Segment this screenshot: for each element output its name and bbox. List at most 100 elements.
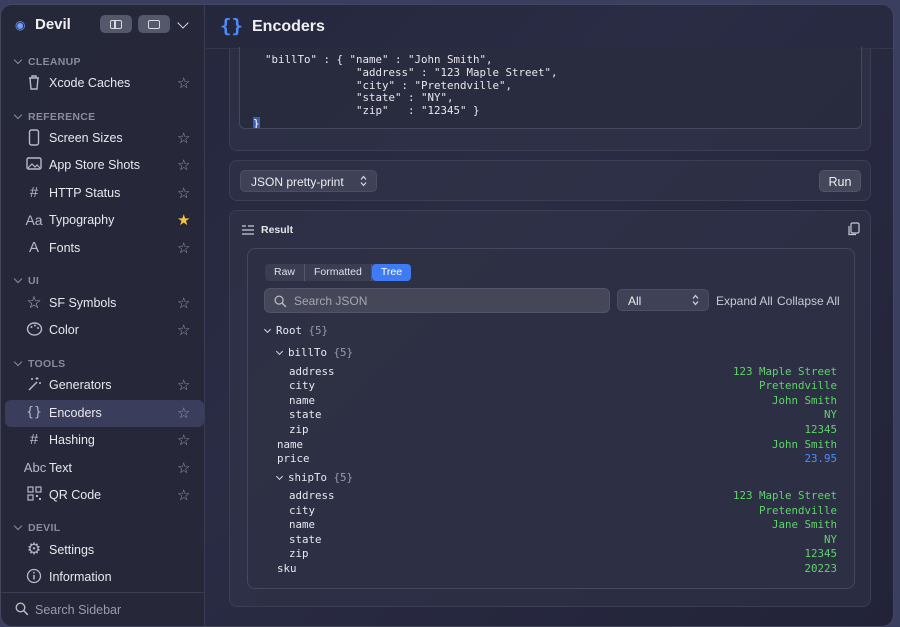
section-tools[interactable]: TOOLS	[13, 357, 66, 370]
chevron-down-icon	[13, 274, 23, 284]
star-filled-icon[interactable]: ★	[177, 211, 190, 229]
sidebar-item-label: Fonts	[49, 241, 81, 255]
sidebar-item-qr-code[interactable]: QR Code ☆	[5, 482, 204, 509]
trash-icon	[25, 74, 43, 92]
json-input-editor[interactable]: "billTo" : { "name" : "John Smith", "add…	[239, 47, 862, 129]
section-title: CLEANUP	[28, 56, 81, 68]
sidebar-item-typography[interactable]: Aa Typography ★	[5, 207, 204, 234]
section-reference[interactable]: REFERENCE	[13, 110, 95, 123]
code-line: "zip" : "12345" }	[265, 104, 480, 118]
sidebar-item-xcode-caches[interactable]: Xcode Caches ☆	[5, 70, 204, 97]
sidebar-item-label: QR Code	[49, 488, 102, 502]
sidebar-item-information[interactable]: Information	[5, 564, 204, 591]
sidebar-item-settings[interactable]: ⚙ Settings	[5, 537, 204, 564]
sidebar-item-label: Settings	[49, 543, 95, 557]
sidebar-item-sf-symbols[interactable]: ☆ SF Symbols ☆	[5, 290, 204, 317]
sidebar-item-encoders[interactable]: {} Encoders ☆	[5, 400, 204, 427]
tree-row[interactable]: state NY	[248, 408, 854, 422]
photo-icon	[25, 156, 43, 174]
section-ui[interactable]: UI	[13, 274, 39, 287]
magic-wand-icon	[25, 376, 43, 394]
tree-key: name	[289, 394, 316, 407]
main-content: {} Encoders "billTo" : { "name" : "John …	[206, 5, 893, 626]
tree-node-root[interactable]: Root {5}	[248, 324, 854, 338]
tree-node-billto[interactable]: billTo {5}	[248, 346, 854, 360]
tree-key: zip	[289, 423, 309, 436]
star-icon[interactable]: ☆	[177, 239, 190, 257]
sidebar-item-label: Generators	[49, 378, 112, 392]
window-layout-button[interactable]	[138, 15, 170, 33]
sidebar-item-text[interactable]: Abc Text ☆	[5, 455, 204, 482]
section-title: TOOLS	[28, 358, 66, 370]
star-icon[interactable]: ☆	[177, 486, 190, 504]
sidebar-item-generators[interactable]: Generators ☆	[5, 372, 204, 399]
sidebar-item-app-store-shots[interactable]: App Store Shots ☆	[5, 152, 204, 179]
palette-icon	[25, 321, 43, 339]
section-cleanup[interactable]: CLEANUP	[13, 55, 81, 68]
star-icon[interactable]: ☆	[177, 294, 190, 312]
chevron-down-icon	[13, 357, 23, 367]
search-icon	[15, 602, 29, 616]
sidebar-item-label: Color	[49, 323, 79, 337]
braces-icon: {}	[220, 15, 243, 37]
sidebar-item-hashing[interactable]: # Hashing ☆	[5, 427, 204, 454]
page-title: Encoders	[252, 18, 325, 35]
run-button[interactable]: Run	[819, 170, 861, 192]
tree-row[interactable]: address 123 Maple Street	[248, 365, 854, 379]
code-line: "billTo" : { "name" : "John Smith",	[265, 53, 493, 66]
code-line: "address" : "123 Maple Street",	[265, 65, 558, 79]
toggle-sidebar-button[interactable]	[100, 15, 132, 33]
star-icon[interactable]: ☆	[177, 404, 190, 422]
tree-row[interactable]: zip 12345	[248, 423, 854, 437]
letter-a-icon: A	[28, 239, 39, 256]
tree-row[interactable]: zip 12345	[248, 547, 854, 561]
tree-key: state	[289, 533, 322, 546]
tree-row[interactable]: city Pretendville	[248, 379, 854, 393]
sidebar-item-color[interactable]: Color ☆	[5, 317, 204, 344]
devil-logo-icon: ◉	[15, 18, 26, 32]
star-icon[interactable]: ☆	[177, 184, 190, 202]
star-icon[interactable]: ☆	[177, 156, 190, 174]
star-icon[interactable]: ☆	[177, 459, 190, 477]
sidebar-item-http-status[interactable]: # HTTP Status ☆	[5, 180, 204, 207]
section-devil[interactable]: DEVIL	[13, 521, 60, 534]
tree-row[interactable]: price 23.95	[248, 452, 854, 466]
mode-select[interactable]: JSON pretty-print	[240, 170, 377, 192]
tree-value: 20223	[804, 562, 837, 575]
tree-row[interactable]: address 123 Maple Street	[248, 489, 854, 503]
star-icon[interactable]: ☆	[177, 321, 190, 339]
qrcode-icon	[25, 486, 43, 504]
tree-value: Pretendville	[758, 379, 837, 392]
star-icon[interactable]: ☆	[177, 376, 190, 394]
braces-icon: {}	[26, 405, 42, 420]
sidebar-search-input[interactable]	[35, 601, 195, 619]
tree-row[interactable]: name John Smith	[248, 394, 854, 408]
sidebar-item-fonts[interactable]: A Fonts ☆	[5, 235, 204, 262]
sidebar-item-screen-sizes[interactable]: Screen Sizes ☆	[5, 125, 204, 152]
tree-row[interactable]: state NY	[248, 533, 854, 547]
tree-key: zip	[289, 547, 309, 560]
star-icon[interactable]: ☆	[177, 431, 190, 449]
star-icon[interactable]: ☆	[177, 129, 190, 147]
json-tree: Root {5} billTo {5} address 123 Maple Str…	[248, 249, 854, 588]
tree-node-shipto[interactable]: shipTo {5}	[248, 471, 854, 485]
controls-panel: JSON pretty-print Run	[229, 160, 871, 201]
text-aa-icon: Aa	[25, 212, 43, 228]
star-icon[interactable]: ☆	[177, 74, 190, 92]
gear-icon: ⚙	[26, 541, 42, 558]
tree-count: {5}	[333, 471, 354, 484]
sidebar-toggle-icon	[110, 19, 122, 29]
tree-row[interactable]: city Pretendville	[248, 504, 854, 518]
result-panel: Result Raw Formatted Tree All Expand All…	[229, 210, 871, 607]
tree-row[interactable]: name Jane Smith	[248, 518, 854, 532]
sidebar-header: ◉ Devil	[1, 5, 205, 45]
tree-row[interactable]: name John Smith	[248, 438, 854, 452]
copy-icon[interactable]	[848, 222, 860, 236]
tree-key: price	[277, 452, 310, 465]
tree-value: NY	[823, 408, 837, 421]
sidebar-item-label: Text	[49, 461, 72, 475]
tree-count: {5}	[308, 324, 329, 337]
tree-row[interactable]: sku 20223	[248, 562, 854, 576]
tree-key: address	[289, 365, 335, 378]
chevron-down-icon[interactable]	[177, 17, 189, 29]
